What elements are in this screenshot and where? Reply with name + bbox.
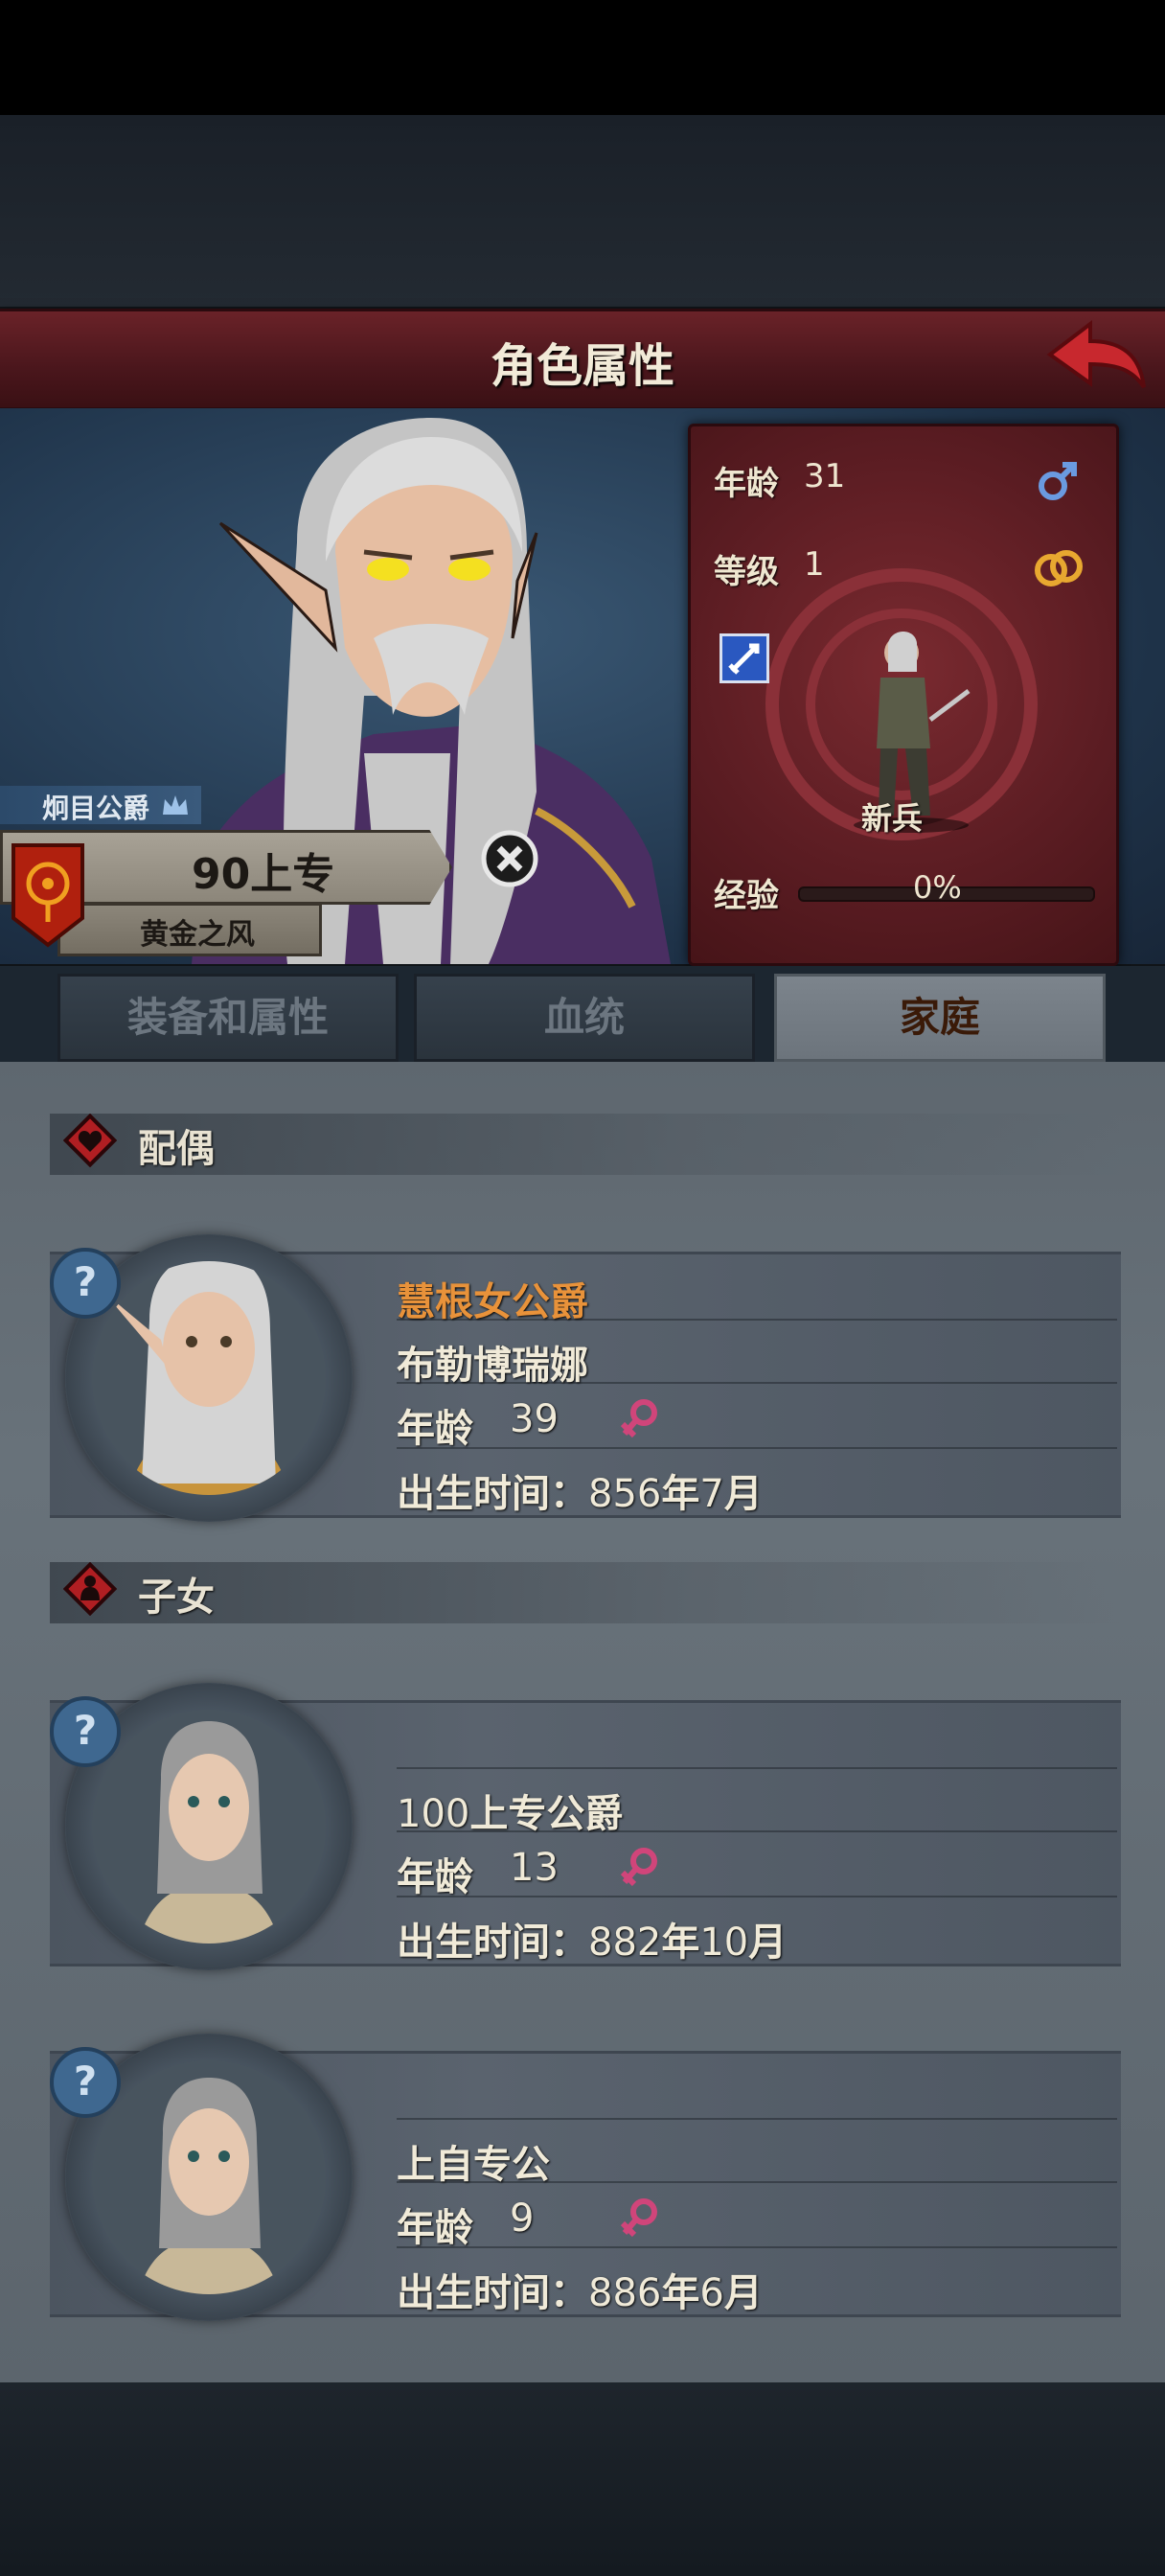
footer-backdrop: [0, 2382, 1165, 2576]
level-label: 等级: [714, 553, 779, 591]
female-icon: [620, 1848, 657, 1887]
child-info-badge[interactable]: ?: [50, 2047, 121, 2118]
age-value: 31: [804, 457, 846, 495]
child-name: 100上专公爵: [397, 1782, 623, 1838]
heart-icon: [63, 1114, 117, 1167]
sword-icon: [728, 643, 760, 675]
child-icon: [63, 1562, 117, 1616]
back-arrow-icon: [1046, 319, 1146, 389]
year-unit: 年: [661, 1920, 700, 1965]
birth-year: 886: [588, 2271, 662, 2315]
child-age-label: 年龄: [397, 1855, 473, 1899]
remove-button[interactable]: [481, 830, 538, 887]
child-age: 9: [510, 2196, 535, 2241]
child-info-badge[interactable]: ?: [50, 1696, 121, 1767]
stats-panel: 年龄 31 等级 1 新兵 经验 0%: [688, 424, 1119, 966]
weapon-slot[interactable]: [720, 633, 769, 683]
level-value: 1: [804, 545, 825, 584]
house-name: 黄金之风: [140, 918, 255, 952]
spouse-section-label: 配偶: [138, 1127, 215, 1171]
spouse-info-badge[interactable]: ?: [50, 1248, 121, 1319]
year-unit: 年: [661, 2271, 700, 2315]
tab-family[interactable]: 家庭: [774, 974, 1106, 1062]
divider: [397, 1896, 1117, 1898]
exp-value: 0%: [913, 869, 962, 906]
unit-type: 新兵: [861, 800, 924, 837]
female-icon: [620, 2198, 657, 2238]
female-icon: [620, 1399, 657, 1438]
divider: [397, 1447, 1117, 1449]
title-rank: 炯目公爵: [42, 793, 150, 824]
spouse-name: 布勒博瑞娜: [397, 1344, 588, 1388]
exp-label: 经验: [714, 877, 779, 915]
birth-label: 出生时间：: [397, 1920, 588, 1965]
child-birth: 出生时间：882年10月: [397, 1911, 787, 1966]
male-icon: [1039, 462, 1077, 500]
age-label: 年龄: [714, 465, 779, 503]
month-unit: 月: [723, 2271, 763, 2315]
child-name-text: 上专公爵: [469, 1792, 624, 1836]
status-bar: [0, 0, 1165, 115]
child-name: 上自专公: [397, 2133, 550, 2189]
child-age: 13: [510, 1846, 559, 1890]
spouse-age: 39: [510, 1397, 559, 1441]
month-unit: 月: [748, 1920, 788, 1965]
children-section-label: 子女: [138, 1576, 215, 1620]
spouse-birth: 出生时间：856年7月: [397, 1462, 763, 1518]
tab-equipment[interactable]: 装备和属性: [57, 974, 399, 1062]
child-name-text: 上自专公: [397, 2143, 550, 2187]
birth-month: 10: [699, 1920, 749, 1965]
back-button[interactable]: [1044, 316, 1150, 397]
character-name: 90上专: [192, 850, 335, 899]
year-unit: 年: [661, 1472, 700, 1516]
divider: [397, 1767, 1117, 1769]
page-title: 角色属性: [490, 339, 674, 393]
birth-label: 出生时间：: [397, 1472, 588, 1516]
child-age-label: 年龄: [397, 2206, 473, 2250]
birth-label: 出生时间：: [397, 2271, 588, 2315]
birth-month: 7: [699, 1472, 724, 1516]
child-birth: 出生时间：886年6月: [397, 2262, 763, 2317]
close-icon: [481, 830, 538, 887]
spouse-age-label: 年龄: [397, 1407, 473, 1451]
birth-year: 882: [588, 1920, 662, 1965]
divider: [397, 2118, 1117, 2120]
child-name-number: 100: [397, 1792, 470, 1836]
birth-month: 6: [699, 2271, 724, 2315]
spouse-title: 慧根女公爵: [397, 1280, 588, 1324]
crown-icon: [163, 795, 188, 815]
tab-bloodline[interactable]: 血统: [414, 974, 755, 1062]
divider: [397, 2246, 1117, 2248]
month-unit: 月: [723, 1472, 763, 1516]
header-backdrop: [0, 115, 1165, 307]
heraldry-shield-icon: [11, 843, 84, 948]
birth-year: 856: [588, 1472, 662, 1516]
rings-icon: [1035, 550, 1083, 586]
